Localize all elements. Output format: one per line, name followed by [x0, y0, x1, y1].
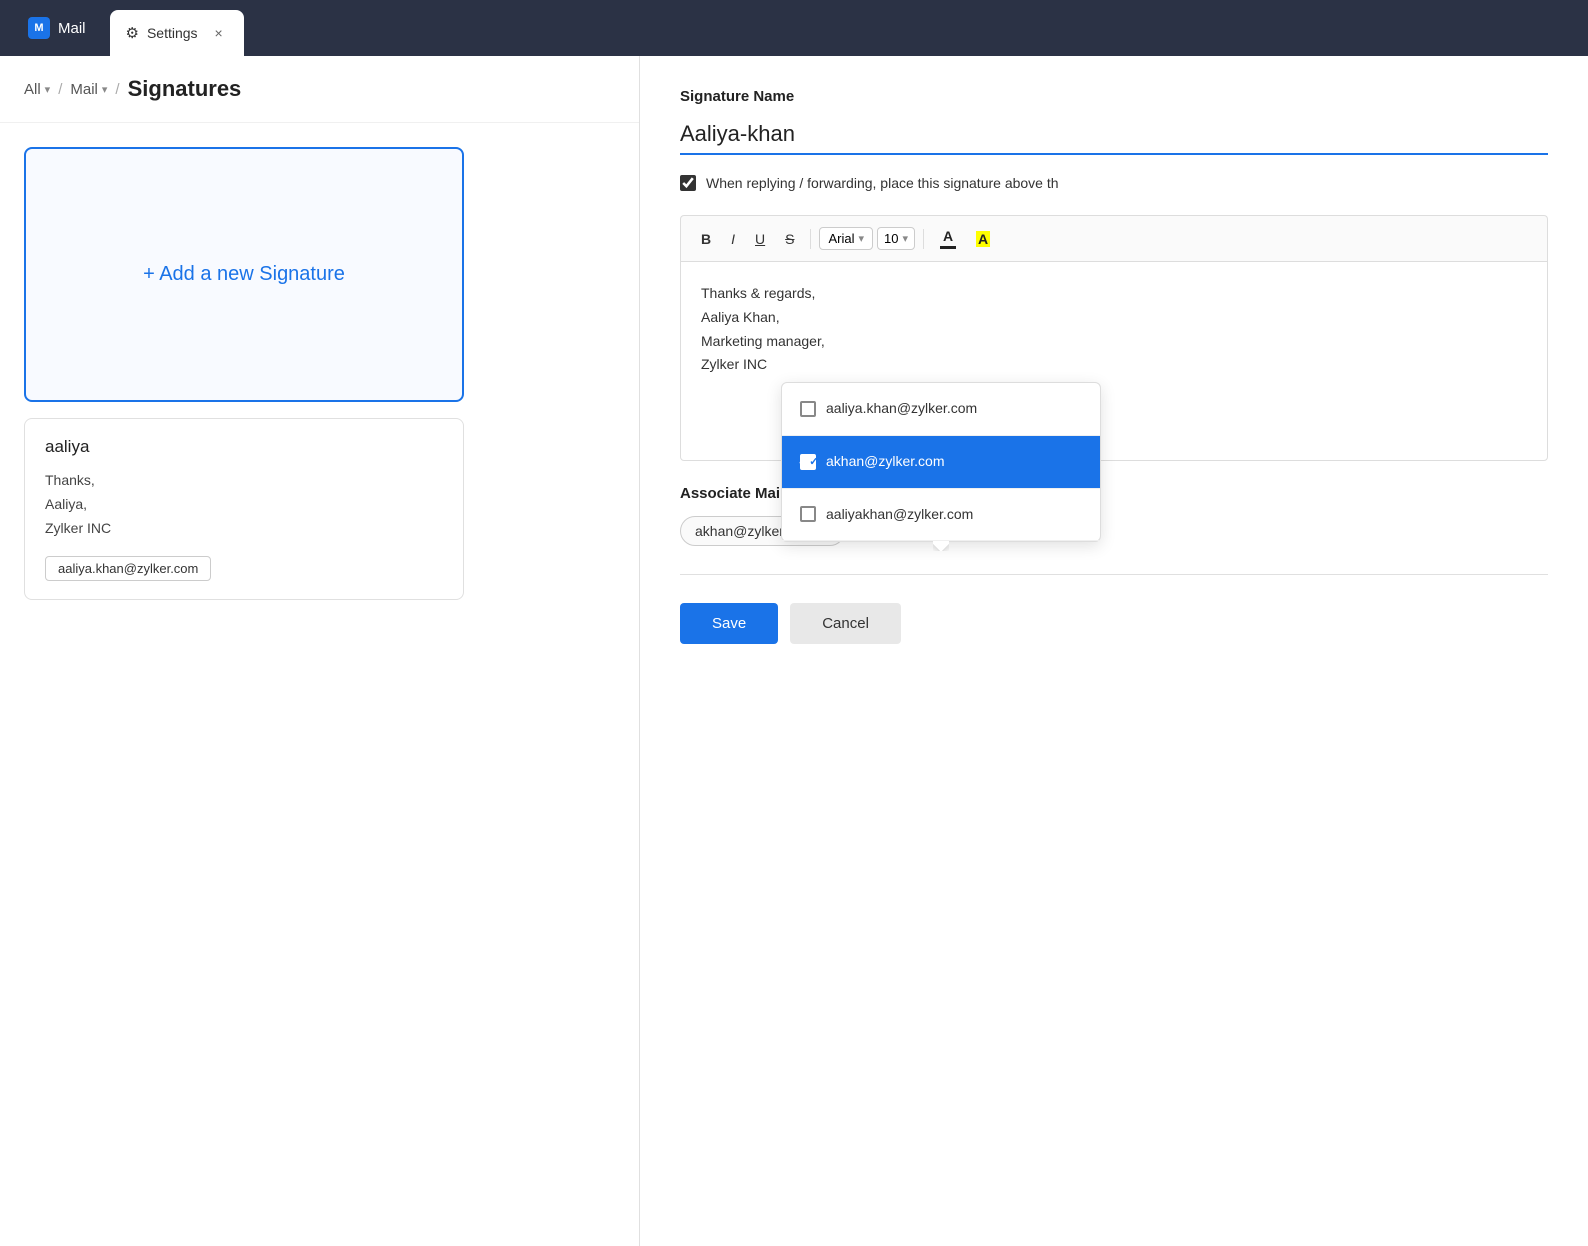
dropdown-checkbox-2: ✓ [800, 454, 816, 470]
signature-list: + Add a new Signature aaliya Thanks, Aal… [0, 123, 639, 624]
breadcrumb-mail[interactable]: Mail ▾ [70, 81, 107, 98]
font-size-select[interactable]: 10 ▾ [877, 227, 915, 250]
toolbar-separator-1 [810, 229, 811, 249]
add-new-signature-card[interactable]: + Add a new Signature [24, 147, 464, 402]
breadcrumb-signatures: Signatures [128, 76, 242, 102]
titlebar: M Mail ⚙ Settings × [0, 0, 1588, 56]
breadcrumb-sep-1: / [58, 81, 62, 98]
toolbar-separator-2 [923, 229, 924, 249]
page-title: Signatures [128, 76, 242, 102]
sig-card-email: aaliya.khan@zylker.com [45, 556, 211, 581]
tab-close-button[interactable]: × [210, 24, 228, 42]
tab-label: Settings [147, 25, 198, 41]
breadcrumb-all[interactable]: All ▾ [24, 81, 50, 98]
signature-editor[interactable]: Thanks & regards, Aaliya Khan, Marketing… [680, 261, 1548, 461]
add-sig-label: + Add a new Signature [143, 263, 345, 286]
editor-line-2: Aaliya Khan, [701, 309, 780, 325]
dropdown-item-2[interactable]: ✓ akhan@zylker.com [782, 436, 1100, 489]
font-family-select[interactable]: Arial ▾ [819, 227, 873, 250]
app-icon: M [28, 17, 50, 39]
sig-card-name: aaliya [45, 437, 443, 457]
breadcrumb-all-label: All [24, 81, 41, 98]
chevron-down-icon: ▾ [45, 83, 51, 96]
cancel-button[interactable]: Cancel [790, 603, 901, 644]
breadcrumb-mail-label: Mail [70, 81, 98, 98]
sig-card-preview: Thanks, Aaliya, Zylker INC [45, 469, 443, 540]
editor-content: Thanks & regards, Aaliya Khan, Marketing… [701, 282, 1527, 377]
font-family-value: Arial [828, 231, 854, 246]
reply-forward-checkbox-row: When replying / forwarding, place this s… [680, 175, 1548, 191]
signature-card-aaliya[interactable]: aaliya Thanks, Aaliya, Zylker INC aaliya… [24, 418, 464, 600]
sig-name-label: Signature Name [680, 88, 1548, 105]
dropdown-item-1[interactable]: aaliya.khan@zylker.com [782, 383, 1100, 436]
editor-toolbar: B I U S Arial ▾ 10 ▾ A A [680, 215, 1548, 261]
preview-line-3: Zylker INC [45, 520, 111, 536]
app-label: Mail [58, 20, 86, 37]
reply-forward-checkbox[interactable] [680, 175, 696, 191]
font-highlight-button[interactable]: A [968, 227, 998, 251]
font-color-button[interactable]: A [932, 224, 964, 253]
font-family-chevron: ▾ [859, 232, 865, 245]
dropdown-email-1: aaliya.khan@zylker.com [826, 397, 977, 421]
font-size-chevron: ▾ [903, 232, 909, 245]
sig-name-input[interactable] [680, 115, 1548, 155]
font-size-value: 10 [884, 231, 898, 246]
bold-button[interactable]: B [693, 227, 719, 251]
preview-line-1: Thanks, [45, 472, 95, 488]
app-tab[interactable]: M Mail [12, 17, 102, 39]
email-dropdown: aaliya.khan@zylker.com ✓ akhan@zylker.co… [781, 382, 1101, 542]
font-color-bar [940, 246, 956, 249]
breadcrumb: All ▾ / Mail ▾ / Signatures [0, 56, 639, 123]
main-layout: All ▾ / Mail ▾ / Signatures + Add a new … [0, 56, 1588, 1246]
preview-line-2: Aaliya, [45, 496, 87, 512]
action-buttons: Save Cancel [680, 603, 1548, 644]
left-panel: All ▾ / Mail ▾ / Signatures + Add a new … [0, 56, 640, 1246]
font-highlight-letter: A [976, 231, 990, 247]
right-panel: Signature Name When replying / forwardin… [640, 56, 1588, 1246]
editor-line-4: Zylker INC [701, 356, 767, 372]
dropdown-checkbox-3 [800, 506, 816, 522]
editor-line-3: Marketing manager, [701, 333, 825, 349]
settings-gear-icon: ⚙ [126, 24, 139, 42]
editor-line-1: Thanks & regards, [701, 285, 815, 301]
underline-button[interactable]: U [747, 227, 773, 251]
dropdown-caret [933, 541, 949, 551]
dropdown-email-3: aaliyakhan@zylker.com [826, 503, 973, 527]
reply-forward-label: When replying / forwarding, place this s… [706, 175, 1059, 191]
italic-button[interactable]: I [723, 227, 743, 251]
chevron-down-icon-2: ▾ [102, 83, 108, 96]
settings-tab[interactable]: ⚙ Settings × [110, 10, 244, 56]
dropdown-email-2: akhan@zylker.com [826, 450, 944, 474]
dropdown-item-3[interactable]: aaliyakhan@zylker.com [782, 489, 1100, 542]
section-divider [680, 574, 1548, 575]
dropdown-checkbox-1 [800, 401, 816, 417]
strikethrough-button[interactable]: S [777, 227, 802, 251]
save-button[interactable]: Save [680, 603, 778, 644]
font-color-letter: A [943, 228, 953, 244]
breadcrumb-sep-2: / [115, 81, 119, 98]
